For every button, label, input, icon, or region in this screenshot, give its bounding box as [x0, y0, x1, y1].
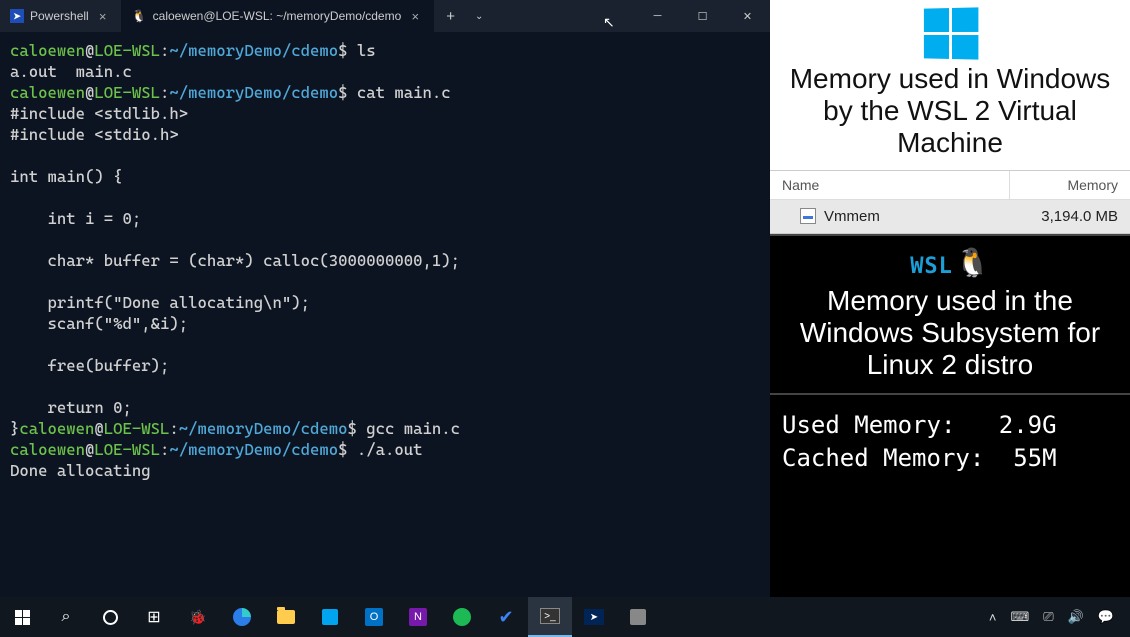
cortana-button[interactable] [88, 597, 132, 637]
wsl-panel-title: Memory used in the Windows Subsystem for… [780, 285, 1120, 382]
tab-powershell[interactable]: ➤ Powershell × [0, 0, 122, 32]
tab-close-icon[interactable]: × [407, 9, 423, 24]
taskbar-explorer[interactable] [264, 597, 308, 637]
process-icon [800, 208, 816, 224]
process-memory: 3,194.0 MB [1010, 200, 1130, 233]
column-name[interactable]: Name [770, 171, 1010, 199]
taskbar-app[interactable] [616, 597, 660, 637]
powershell-icon: ➤ [10, 9, 24, 23]
tab-label: caloewen@LOE-WSL: ~/memoryDemo/cdemo [153, 9, 402, 23]
process-row[interactable]: Vmmem 3,194.0 MB [770, 200, 1130, 234]
terminal-window: ➤ Powershell × 🐧 caloewen@LOE-WSL: ~/mem… [0, 0, 770, 597]
column-memory[interactable]: Memory [1010, 171, 1130, 199]
tray-chevron-icon[interactable]: ˄ [989, 610, 997, 625]
new-tab-button[interactable]: + [434, 8, 467, 25]
wsl-memory-panel: WSL 🐧 Memory used in the Windows Subsyst… [770, 234, 1130, 396]
tab-dropdown-icon[interactable]: ⌄ [467, 11, 491, 22]
process-name: Vmmem [824, 208, 880, 225]
side-panels: Memory used in Windows by the WSL 2 Virt… [770, 0, 1130, 597]
taskbar-terminal[interactable]: >_ [528, 597, 572, 637]
windows-panel-title: Memory used in Windows by the WSL 2 Virt… [780, 63, 1120, 160]
tray-volume-icon[interactable]: 🔊 [1068, 609, 1084, 625]
minimize-button[interactable]: ─ [635, 0, 680, 32]
terminal-output[interactable]: caloewen@LOE-WSL:~/memoryDemo/cdemo$ ls … [0, 32, 770, 597]
tray-wifi-icon[interactable]: ⎚ [1043, 609, 1053, 625]
tray-keyboard-icon[interactable]: ⌨ [1010, 609, 1029, 625]
windows-logo-icon [923, 7, 977, 59]
taskbar-outlook[interactable]: O [352, 597, 396, 637]
close-button[interactable]: ✕ [725, 0, 770, 32]
window-titlebar: ➤ Powershell × 🐧 caloewen@LOE-WSL: ~/mem… [0, 0, 770, 32]
tux-icon: 🐧 [955, 246, 990, 279]
wsl-logo-icon: WSL 🐧 [910, 246, 990, 279]
system-tray[interactable]: ˄ ⌨ ⎚ 🔊 💬 [973, 609, 1130, 625]
taskbar-app[interactable] [308, 597, 352, 637]
windows-memory-panel: Memory used in Windows by the WSL 2 Virt… [770, 0, 1130, 171]
tab-label: Powershell [30, 9, 89, 23]
taskbar-edge[interactable] [220, 597, 264, 637]
maximize-button[interactable]: ☐ [680, 0, 725, 32]
tab-close-icon[interactable]: × [95, 9, 111, 24]
tux-icon: 🐧 [132, 9, 147, 23]
taskbar-spotify[interactable] [440, 597, 484, 637]
taskbar: ⌕ ⊞ 🐞 O N ✔ >_ ➤ ˄ ⌨ ⎚ 🔊 💬 [0, 597, 1130, 637]
tab-wsl[interactable]: 🐧 caloewen@LOE-WSL: ~/memoryDemo/cdemo × [122, 0, 435, 32]
linux-memory-readout: Used Memory: 2.9G Cached Memory: 55M [770, 395, 1130, 488]
search-button[interactable]: ⌕ [44, 597, 88, 637]
task-view-button[interactable]: ⊞ [132, 597, 176, 637]
process-table-header: Name Memory [770, 171, 1130, 200]
taskbar-app[interactable]: 🐞 [176, 597, 220, 637]
taskbar-onenote[interactable]: N [396, 597, 440, 637]
taskbar-todo[interactable]: ✔ [484, 597, 528, 637]
taskbar-powershell[interactable]: ➤ [572, 597, 616, 637]
start-button[interactable] [0, 597, 44, 637]
tray-notifications-icon[interactable]: 💬 [1098, 609, 1114, 625]
